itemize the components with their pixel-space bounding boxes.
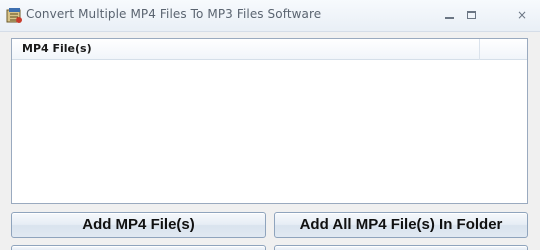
file-list-view[interactable]: MP4 File(s) (11, 38, 528, 204)
title-bar: Convert Multiple MP4 Files To MP3 Files … (0, 0, 540, 32)
partial-button-left[interactable] (11, 245, 266, 250)
app-icon[interactable] (6, 7, 23, 24)
partial-button-right[interactable] (274, 245, 528, 250)
column-header-mp4-files[interactable]: MP4 File(s) (12, 39, 480, 60)
list-body[interactable] (12, 61, 527, 203)
window-title: Convert Multiple MP4 Files To MP3 Files … (26, 7, 322, 21)
minimize-button[interactable] (440, 6, 460, 24)
maximize-icon (467, 11, 476, 19)
close-icon: × (516, 8, 528, 22)
add-mp4-files-button[interactable]: Add MP4 File(s) (11, 212, 266, 238)
close-button[interactable]: × (512, 6, 532, 24)
list-header: MP4 File(s) (12, 39, 527, 60)
maximize-button[interactable] (462, 6, 482, 24)
add-folder-button[interactable]: Add All MP4 File(s) In Folder (274, 212, 528, 238)
minimize-icon (445, 17, 454, 19)
